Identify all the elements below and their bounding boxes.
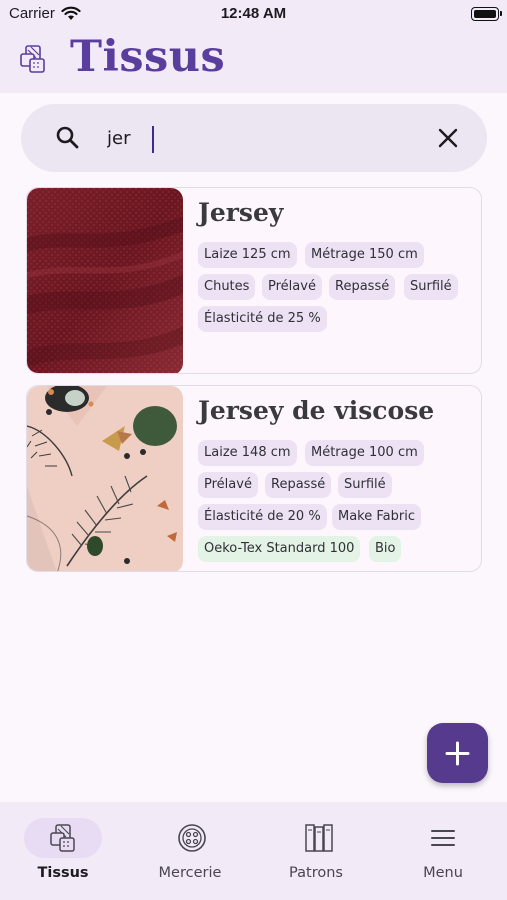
top-app-bar: Carrier 12:48 AM Tissus bbox=[0, 0, 507, 93]
search-icon[interactable] bbox=[55, 125, 81, 151]
fabric-image bbox=[27, 386, 183, 571]
fabric-title: Jersey de viscose bbox=[198, 396, 435, 425]
tag-chip: Laize 125 cm bbox=[198, 242, 297, 268]
nav-label: Patrons bbox=[289, 865, 343, 881]
tag-chip: Prélavé bbox=[198, 472, 258, 498]
battery-icon bbox=[471, 7, 502, 21]
pattern-icon bbox=[305, 824, 333, 852]
text-caret bbox=[152, 126, 154, 153]
search-bar[interactable] bbox=[21, 104, 487, 172]
fabric-title: Jersey bbox=[198, 198, 284, 227]
tag-chip: Surfilé bbox=[404, 274, 458, 300]
tag-chip: Laize 148 cm bbox=[198, 440, 297, 466]
tag-chip: Prélavé bbox=[262, 274, 322, 300]
page-title: Tissus bbox=[70, 32, 226, 82]
fabric-card[interactable]: Jersey de viscose Laize 148 cm Métrage 1… bbox=[26, 385, 482, 572]
tag-chip: Repassé bbox=[265, 472, 332, 498]
add-fabric-button[interactable] bbox=[427, 723, 488, 783]
fabric-swatch-icon bbox=[20, 45, 45, 73]
tag-chip: Make Fabric bbox=[332, 504, 421, 530]
tag-chip: Oeko-Tex Standard 100 bbox=[198, 536, 361, 562]
clock: 12:48 AM bbox=[220, 5, 287, 22]
menu-icon bbox=[431, 830, 455, 846]
close-icon[interactable] bbox=[435, 125, 461, 151]
tag-chip: Élasticité de 20 % bbox=[198, 504, 327, 530]
nav-label: Mercerie bbox=[158, 865, 222, 881]
tag-chip: Repassé bbox=[329, 274, 396, 300]
tag-chip: Surfilé bbox=[338, 472, 392, 498]
tag-chip: Métrage 100 cm bbox=[305, 440, 424, 466]
plus-icon bbox=[445, 741, 470, 766]
bottom-navigation: Tissus Mercerie Patrons Menu bbox=[0, 802, 507, 900]
tag-chip: Élasticité de 25 % bbox=[198, 306, 327, 332]
nav-item-mercerie[interactable]: Mercerie bbox=[127, 802, 253, 900]
nav-item-tissus[interactable]: Tissus bbox=[0, 802, 126, 900]
nav-item-patrons[interactable]: Patrons bbox=[253, 802, 379, 900]
tag-chip: Métrage 150 cm bbox=[305, 242, 424, 268]
tag-chip: Chutes bbox=[198, 274, 256, 300]
fabric-image bbox=[27, 188, 183, 373]
nav-item-menu[interactable]: Menu bbox=[380, 802, 506, 900]
fabric-card[interactable]: Jersey Laize 125 cm Métrage 150 cm Chute… bbox=[26, 187, 482, 374]
button-icon bbox=[178, 824, 206, 852]
fabric-icon bbox=[50, 824, 75, 852]
nav-label: Menu bbox=[423, 865, 463, 881]
nav-label: Tissus bbox=[37, 865, 89, 881]
tag-chip: Bio bbox=[369, 536, 402, 562]
status-bar: Carrier 12:48 AM bbox=[0, 0, 507, 28]
